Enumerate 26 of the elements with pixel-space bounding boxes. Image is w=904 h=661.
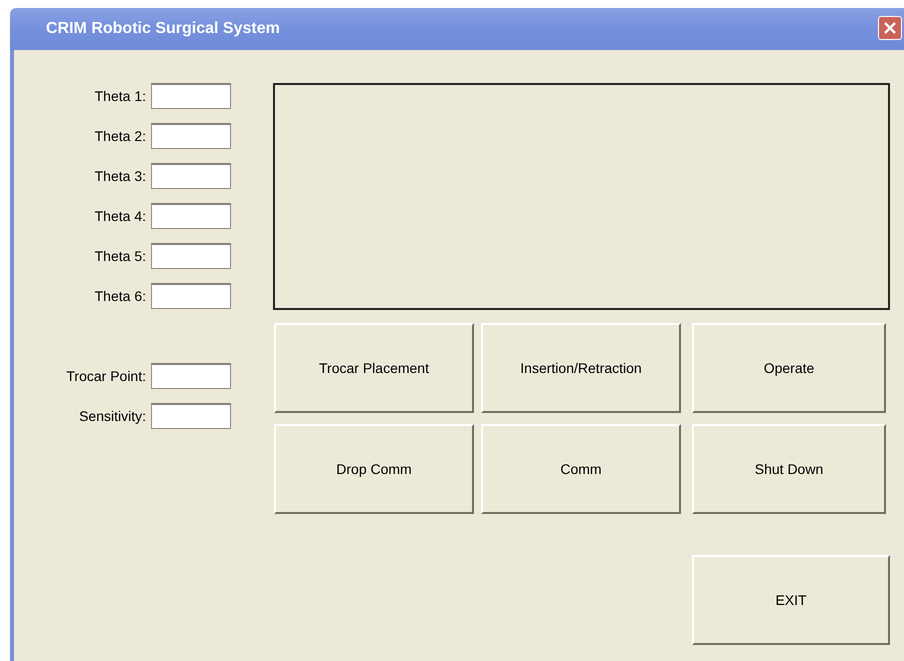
input-field[interactable]: [151, 403, 231, 429]
field-label: Trocar Point:: [65, 368, 147, 384]
window-title: CRIM Robotic Surgical System: [46, 20, 280, 38]
field-label: Theta 4:: [94, 208, 147, 224]
action-button[interactable]: Operate: [692, 323, 886, 413]
action-button[interactable]: Comm: [481, 424, 681, 514]
field-label: Theta 1:: [94, 88, 147, 104]
field-label: Theta 6:: [94, 288, 147, 304]
close-icon: [883, 21, 897, 35]
input-field[interactable]: [151, 123, 231, 149]
input-field[interactable]: [151, 163, 231, 189]
input-field[interactable]: [151, 283, 231, 309]
action-button[interactable]: Trocar Placement: [274, 323, 474, 413]
field-label: Theta 5:: [94, 248, 147, 264]
input-field[interactable]: [151, 83, 231, 109]
input-field[interactable]: [151, 243, 231, 269]
action-button[interactable]: Shut Down: [692, 424, 886, 514]
input-field[interactable]: [151, 363, 231, 389]
close-button[interactable]: [878, 16, 902, 40]
exit-button[interactable]: EXIT: [692, 555, 890, 645]
action-button[interactable]: Insertion/Retraction: [481, 323, 681, 413]
field-label: Theta 3:: [94, 168, 147, 184]
field-label: Theta 2:: [94, 128, 147, 144]
field-label: Sensitivity:: [78, 408, 147, 424]
input-field[interactable]: [151, 203, 231, 229]
action-button[interactable]: Drop Comm: [274, 424, 474, 514]
